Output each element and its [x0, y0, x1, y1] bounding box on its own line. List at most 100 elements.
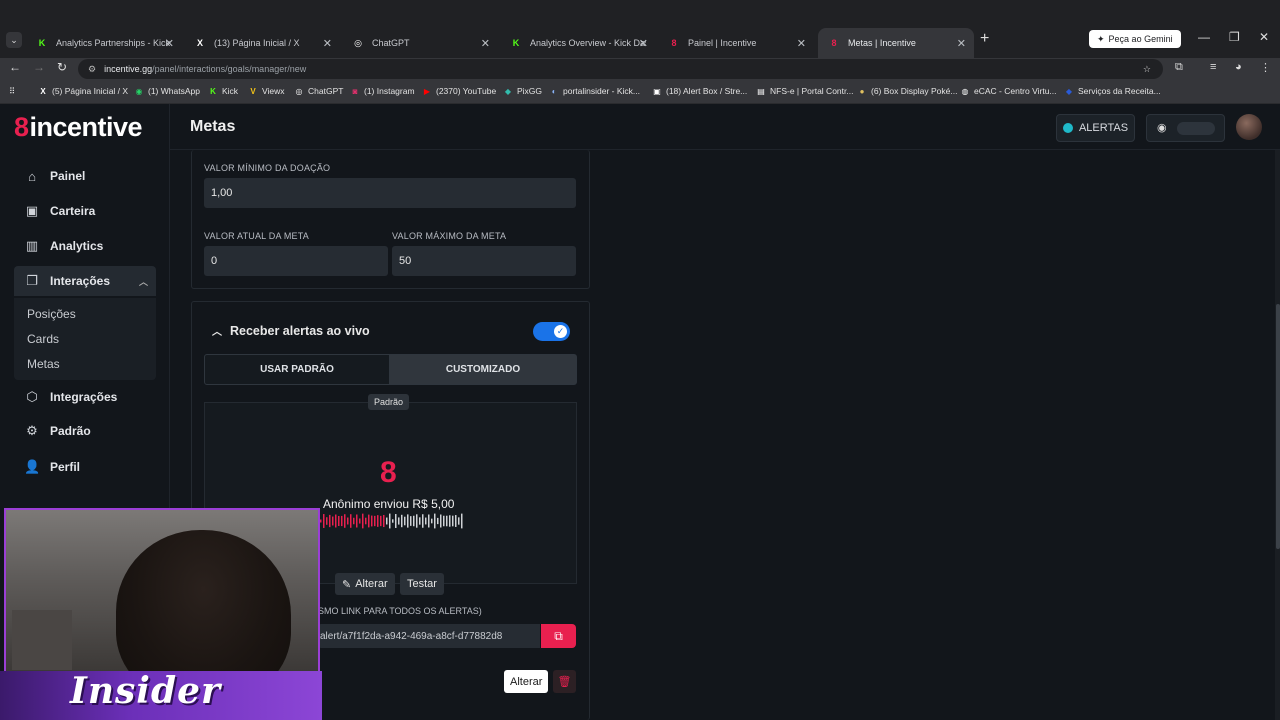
close-window-icon[interactable]: ✕: [1259, 30, 1269, 44]
tab-metas-incentive[interactable]: 8 Metas | Incentive ✕: [818, 28, 974, 58]
chevron-up-icon[interactable]: ︿: [212, 323, 222, 338]
address-bar[interactable]: ⚙ incentive.gg/panel/interactions/goals/…: [78, 59, 1163, 79]
tab-search-chevron-icon[interactable]: ⌄: [6, 32, 22, 48]
sidebar-item-label: Carteira: [50, 204, 96, 218]
waveform-bar: [329, 514, 331, 528]
bookmark-receita[interactable]: ◆ Serviços da Receita...: [1064, 86, 1161, 96]
chevron-up-icon[interactable]: ︿: [139, 275, 148, 288]
back-arrow-icon[interactable]: ←: [9, 60, 21, 74]
tab-title: ChatGPT: [372, 38, 410, 48]
page-title: Metas: [190, 118, 236, 135]
minimize-icon[interactable]: —: [1198, 30, 1210, 44]
waveform-bar: [416, 514, 418, 528]
bookmark-chatgpt[interactable]: ◎ ChatGPT: [294, 86, 344, 96]
bookmark-star-icon[interactable]: ☆: [1143, 64, 1151, 75]
testar-button[interactable]: Testar: [400, 573, 444, 595]
live-alerts-header[interactable]: ︿ Receber alertas ao vivo: [212, 323, 370, 339]
bookmark-label: (1) Instagram: [364, 86, 415, 96]
close-icon[interactable]: ✕: [957, 37, 966, 50]
close-icon[interactable]: ✕: [323, 37, 332, 50]
bookmark-label: eCAC - Centro Virtu...: [974, 86, 1057, 96]
preview-tag: Padrão: [368, 394, 410, 410]
wallet-icon: ▣: [25, 203, 39, 218]
delete-button[interactable]: 🗑: [553, 670, 576, 693]
close-icon[interactable]: ✕: [639, 37, 648, 50]
restore-icon[interactable]: ❐: [1229, 30, 1240, 44]
sidebar-item-carteira[interactable]: ▣ Carteira: [14, 196, 156, 226]
tab-analytics-overview[interactable]: K Analytics Overview - Kick Dashb ✕: [500, 28, 656, 58]
scrollbar-thumb[interactable]: [1276, 304, 1280, 549]
incentive-logo[interactable]: 8 incentive: [14, 112, 143, 143]
max-goal-input[interactable]: [392, 246, 576, 276]
chatgpt-icon: ◎: [295, 86, 303, 96]
gemini-button[interactable]: ✦ Peça ao Gemini: [1089, 30, 1181, 48]
use-default-tab[interactable]: USAR PADRÃO: [204, 354, 390, 385]
bookmark-label: (5) Página Inicial / X: [52, 86, 129, 96]
sidebar-item-painel[interactable]: ⌂ Painel: [14, 161, 156, 191]
globe-icon: ◍: [961, 86, 969, 96]
waveform-bar: [365, 517, 367, 525]
live-alerts-toggle[interactable]: ✓: [533, 322, 570, 341]
forward-arrow-icon[interactable]: →: [33, 60, 45, 74]
sidebar-item-interacoes[interactable]: ❐ Interações ︿: [14, 266, 156, 296]
site-info-icon[interactable]: ⚙: [88, 64, 96, 75]
apps-icon[interactable]: ⠿: [9, 86, 15, 97]
alterar-preview-button[interactable]: ✎ Alterar: [335, 573, 395, 595]
waveform-bar: [353, 517, 355, 525]
tab-chatgpt[interactable]: ◎ ChatGPT ✕: [342, 28, 498, 58]
sidebar-item-perfil[interactable]: 👤 Perfil: [14, 452, 156, 482]
sparkle-icon: ✦: [1097, 33, 1105, 44]
bookmark-kick[interactable]: K Kick: [208, 86, 238, 96]
waveform-bar: [428, 514, 430, 528]
profile-icon[interactable]: ◕: [1235, 61, 1242, 73]
alertas-button[interactable]: ALERTAS: [1056, 114, 1135, 142]
bookmark-instagram[interactable]: ◙ (1) Instagram: [350, 86, 415, 96]
media-icon[interactable]: ≡: [1210, 61, 1216, 73]
current-goal-input[interactable]: [204, 246, 388, 276]
save-alterar-button[interactable]: Alterar: [504, 670, 549, 693]
alert-link-input[interactable]: alert/a7f1f2da-a942-469a-a8cf-d77882d8: [318, 624, 540, 648]
submenu-item-cards[interactable]: Cards: [27, 332, 59, 346]
waveform-bar: [407, 514, 409, 528]
avatar[interactable]: [1236, 114, 1262, 140]
pokeball-icon: ●: [859, 86, 865, 96]
min-donation-input[interactable]: [204, 178, 576, 208]
waveform-bar: [419, 517, 421, 525]
bookmark-youtube[interactable]: ▶ (2370) YouTube: [422, 86, 496, 96]
tab-x-home[interactable]: X (13) Página Inicial / X ✕: [184, 28, 340, 58]
bookmark-box-display[interactable]: ● (6) Box Display Poké...: [857, 86, 958, 96]
close-icon[interactable]: ✕: [165, 37, 174, 50]
bookmark-pixgg[interactable]: ◆ PixGG: [503, 86, 542, 96]
tab-analytics-partnerships[interactable]: K Analytics Partnerships - Kick Da ✕: [26, 28, 182, 58]
submenu-item-posicoes[interactable]: Posições: [27, 307, 76, 321]
bookmark-alert-box[interactable]: ▣ (18) Alert Box / Stre...: [652, 86, 747, 96]
waveform-bar: [461, 513, 463, 529]
tab-title: Metas | Incentive: [848, 38, 916, 48]
bookmark-ecac[interactable]: ◍ eCAC - Centro Virtu...: [960, 86, 1057, 96]
bookmark-nfse[interactable]: ▤ NFS-e | Portal Contr...: [756, 86, 853, 96]
custom-tab[interactable]: CUSTOMIZADO: [389, 354, 577, 385]
waveform-bar: [404, 516, 406, 526]
bookmark-portalinsider[interactable]: ◐ portalinsider - Kick...: [549, 86, 640, 96]
extensions-icon[interactable]: ⧉: [1175, 61, 1183, 74]
bookmark-whatsapp[interactable]: ◉ (1) WhatsApp: [134, 86, 200, 96]
sidebar-item-integracoes[interactable]: ⬡ Integrações: [14, 382, 156, 412]
submenu-item-metas[interactable]: Metas: [27, 357, 60, 371]
visibility-toggle[interactable]: ◉: [1146, 114, 1225, 142]
waveform-bar: [335, 514, 337, 528]
close-icon[interactable]: ✕: [481, 37, 490, 50]
sidebar-item-analytics[interactable]: ▥ Analytics: [14, 231, 156, 261]
sidebar-item-label: Analytics: [50, 239, 104, 253]
reload-icon[interactable]: ↻: [57, 60, 67, 74]
menu-icon[interactable]: ⋮: [1260, 61, 1271, 74]
bookmark-x[interactable]: X (5) Página Inicial / X: [38, 86, 128, 96]
tab-painel-incentive[interactable]: 8 Painel | Incentive ✕: [658, 28, 814, 58]
copy-link-button[interactable]: ⧉: [541, 624, 576, 648]
sidebar-item-padrao[interactable]: ⚙ Padrão: [14, 416, 156, 446]
close-icon[interactable]: ✕: [797, 37, 806, 50]
webcam-background: [12, 610, 72, 670]
new-tab-button[interactable]: +: [980, 30, 989, 48]
copy-icon: ⧉: [554, 628, 563, 643]
incentive-icon: 8: [831, 38, 837, 48]
bookmark-viewx[interactable]: V Viewx: [248, 86, 284, 96]
